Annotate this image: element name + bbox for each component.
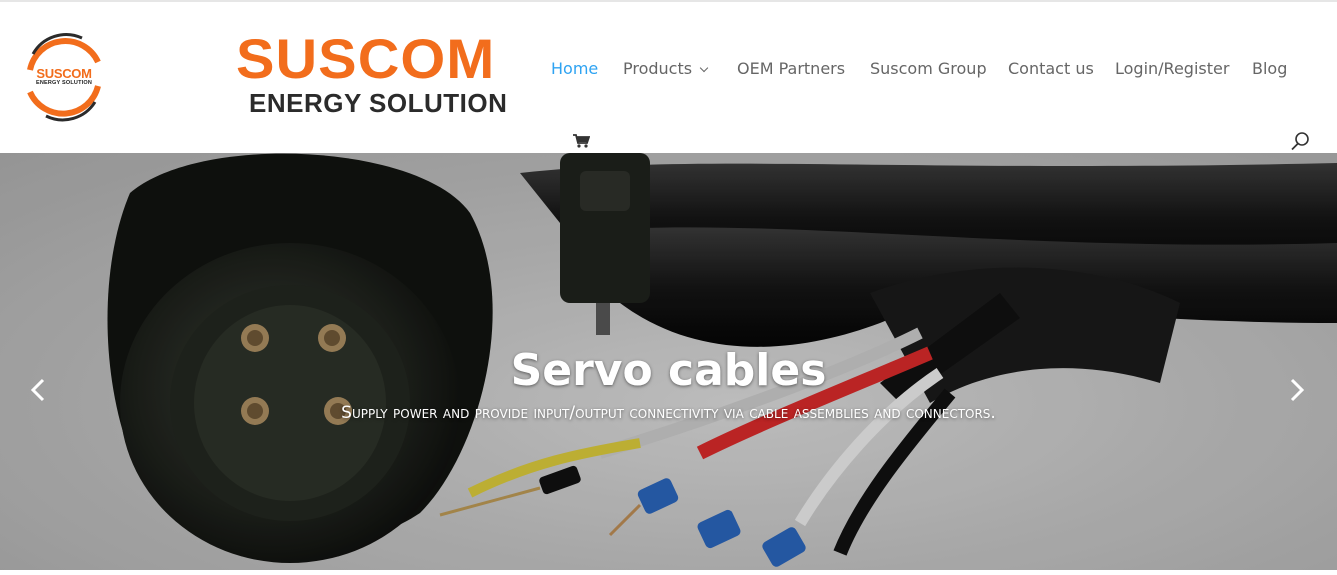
slide-title: Servo cables xyxy=(510,345,827,396)
nav-item-products-label: Products xyxy=(623,59,693,78)
slide-subtitle: Supply power and provide input/output co… xyxy=(341,403,996,423)
page-bottom-edge xyxy=(0,570,1337,575)
nav-item-blog[interactable]: Blog xyxy=(1252,58,1287,80)
search-icon[interactable] xyxy=(1290,131,1310,151)
nav-item-contact-us[interactable]: Contact us xyxy=(1008,58,1094,80)
hero-slider: Servo cables Supply power and provide in… xyxy=(0,153,1337,570)
wordmark-subtitle: ENERGY SOLUTION xyxy=(249,88,508,118)
nav-item-login-register[interactable]: Login/Register xyxy=(1115,58,1229,80)
nav-item-home[interactable]: Home xyxy=(551,58,598,80)
nav-item-oem-partners[interactable]: OEM Partners xyxy=(737,58,845,80)
site-header: SUSCOM ENERGY SOLUTION SUSCOM ENERGY SOL… xyxy=(0,2,1337,153)
main-navigation: Home Products OEM Partners Suscom Group … xyxy=(0,58,1337,82)
nav-item-suscom-group[interactable]: Suscom Group xyxy=(870,58,987,80)
cart-icon[interactable] xyxy=(572,133,591,149)
nav-item-products[interactable]: Products xyxy=(623,58,709,80)
chevron-down-icon xyxy=(699,63,709,73)
